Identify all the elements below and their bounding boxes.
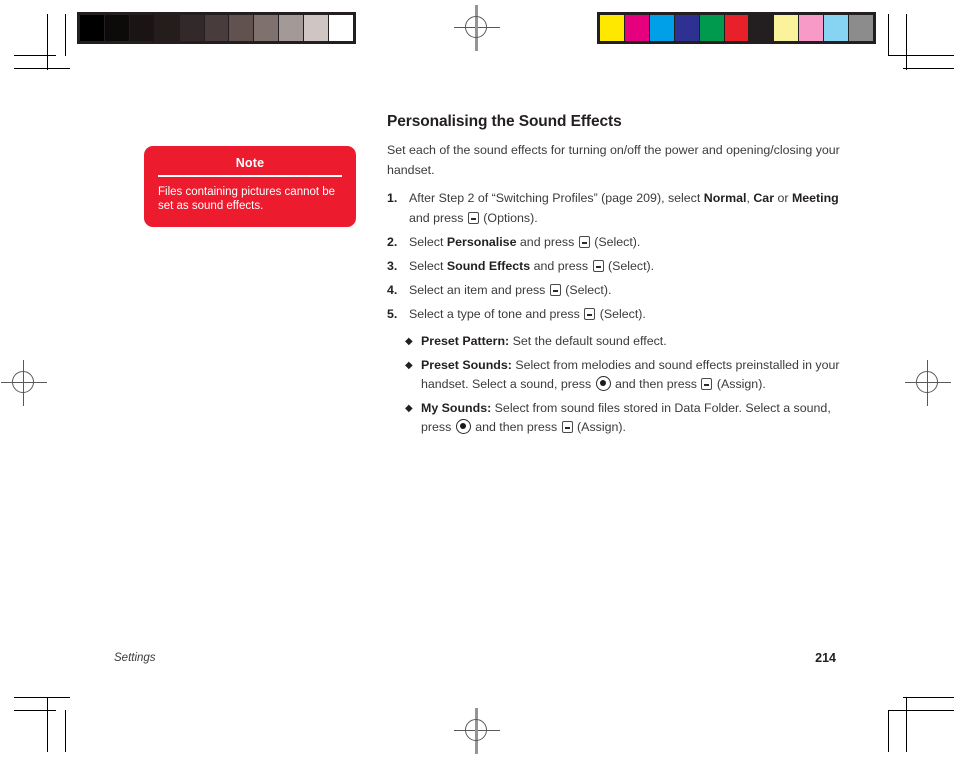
crop-mark-top-left-vertical-outer [47, 14, 48, 70]
crop-mark-bottom-right-vertical-outer [906, 697, 907, 752]
crop-mark-top-left-vertical-inner [65, 14, 66, 56]
page-title: Personalising the Sound Effects [387, 113, 622, 130]
step-text: Select Sound Effects and press (Select). [409, 259, 655, 273]
emphasised-term: Car [753, 191, 775, 205]
note-title: Note [235, 156, 265, 170]
bullet-text: My Sounds: Select from sound files store… [421, 401, 831, 434]
sound-type-bullet-list: ◆ Preset Pattern: Set the default sound e… [387, 332, 842, 437]
soft-key-icon [467, 212, 479, 224]
soft-key-icon [592, 260, 604, 272]
soft-key-icon [701, 378, 713, 390]
color-patch-8 [799, 15, 824, 41]
color-patch-7 [774, 15, 799, 41]
step-item: 4. Select an item and press (Select). [387, 280, 842, 300]
step-text: Select Personalise and press (Select). [409, 235, 641, 249]
grayscale-patch-6 [229, 15, 254, 41]
center-select-key-icon [595, 376, 611, 391]
bullet-item: ◆ Preset Pattern: Set the default sound e… [405, 332, 842, 351]
crop-mark-top-left-horizontal-outer [14, 68, 70, 69]
grayscale-patch-2 [129, 15, 154, 41]
crop-mark-top-right-vertical-inner [888, 14, 889, 56]
crop-mark-bottom-left-horizontal-inner [14, 710, 56, 711]
emphasised-term: Sound Effects [446, 259, 531, 273]
numbered-steps-list: 1. After Step 2 of “Switching Profiles” (… [387, 188, 842, 324]
step-number: 3. [387, 259, 398, 273]
color-patch-5 [724, 15, 749, 41]
soft-key-icon [561, 421, 573, 433]
bullet-term: Preset Sounds: [421, 358, 512, 372]
main-content-column: Personalising the Sound Effects Set each… [387, 112, 842, 442]
crop-mark-bottom-left-vertical-outer [47, 697, 48, 752]
step-number: 5. [387, 307, 398, 321]
emphasised-term: Meeting [791, 191, 839, 205]
grayscale-patch-4 [179, 15, 204, 41]
step-text: After Step 2 of “Switching Profiles” (pa… [409, 191, 839, 225]
color-patch-6 [749, 15, 774, 41]
soft-key-icon [578, 236, 590, 248]
diamond-bullet-icon: ◆ [405, 336, 413, 347]
crop-mark-bottom-left-vertical-inner [65, 710, 66, 752]
grayscale-patch-9 [304, 15, 329, 41]
color-patch-3 [674, 15, 699, 41]
note-callout: Note Files containing pictures cannot be… [144, 146, 356, 227]
crop-mark-bottom-right-horizontal-inner [888, 710, 954, 711]
diamond-bullet-icon: ◆ [405, 360, 413, 371]
grayscale-patch-5 [204, 15, 229, 41]
printed-manual-page: Note Files containing pictures cannot be… [0, 0, 954, 766]
grayscale-patch-0 [80, 15, 104, 41]
grayscale-patch-8 [279, 15, 304, 41]
color-control-bar [597, 12, 876, 44]
step-item: 3. Select Sound Effects and press (Select… [387, 256, 842, 276]
bullet-term: Preset Pattern: [421, 334, 510, 348]
crop-mark-bottom-left-horizontal-outer [14, 697, 70, 698]
color-patch-0 [600, 15, 624, 41]
intro-paragraph: Set each of the sound effects for turnin… [387, 143, 840, 177]
step-text: Select an item and press (Select). [409, 283, 612, 297]
diamond-bullet-icon: ◆ [405, 403, 413, 414]
footer-page-number: 214 [815, 651, 836, 665]
registration-mark-right-center [905, 360, 951, 406]
grayscale-step-wedge [77, 12, 356, 44]
grayscale-patch-10 [329, 15, 353, 41]
crop-mark-top-right-vertical-outer [906, 14, 907, 70]
step-item: 1. After Step 2 of “Switching Profiles” (… [387, 188, 842, 228]
crop-mark-bottom-right-vertical-inner [888, 710, 889, 752]
bullet-text: Preset Sounds: Select from melodies and … [421, 358, 840, 391]
color-patch-9 [824, 15, 849, 41]
step-text: Select a type of tone and press (Select)… [409, 307, 646, 321]
emphasised-term: Personalise [446, 235, 517, 249]
registration-mark-left-center [1, 360, 47, 406]
footer-section-label: Settings [114, 652, 156, 664]
crop-mark-bottom-right-horizontal-outer [903, 697, 954, 698]
emphasised-term: Normal [703, 191, 747, 205]
crop-mark-top-right-horizontal-outer [903, 68, 954, 69]
step-number: 1. [387, 191, 398, 205]
registration-mark-top-center [454, 5, 500, 51]
bullet-item: ◆ Preset Sounds: Select from melodies and… [405, 356, 842, 394]
bullet-text: Preset Pattern: Set the default sound ef… [421, 334, 667, 348]
bullet-term: My Sounds: [421, 401, 492, 415]
color-patch-4 [699, 15, 724, 41]
grayscale-patch-7 [254, 15, 279, 41]
grayscale-patch-1 [104, 15, 129, 41]
step-item: 5. Select a type of tone and press (Selec… [387, 304, 842, 324]
step-number: 2. [387, 235, 398, 249]
color-patch-10 [849, 15, 873, 41]
registration-mark-bottom-center [454, 708, 500, 754]
step-number: 4. [387, 283, 398, 297]
note-divider [158, 175, 342, 177]
note-text: Files containing pictures cannot be set … [158, 186, 336, 212]
bullet-item: ◆ My Sounds: Select from sound files stor… [405, 399, 842, 437]
soft-key-icon [584, 308, 596, 320]
crop-mark-top-right-horizontal-inner [888, 55, 954, 56]
grayscale-patch-3 [154, 15, 179, 41]
soft-key-icon [549, 284, 561, 296]
step-item: 2. Select Personalise and press (Select). [387, 232, 842, 252]
color-patch-2 [649, 15, 674, 41]
center-select-key-icon [455, 419, 471, 434]
crop-mark-top-left-horizontal-inner [14, 55, 56, 56]
color-patch-1 [624, 15, 649, 41]
